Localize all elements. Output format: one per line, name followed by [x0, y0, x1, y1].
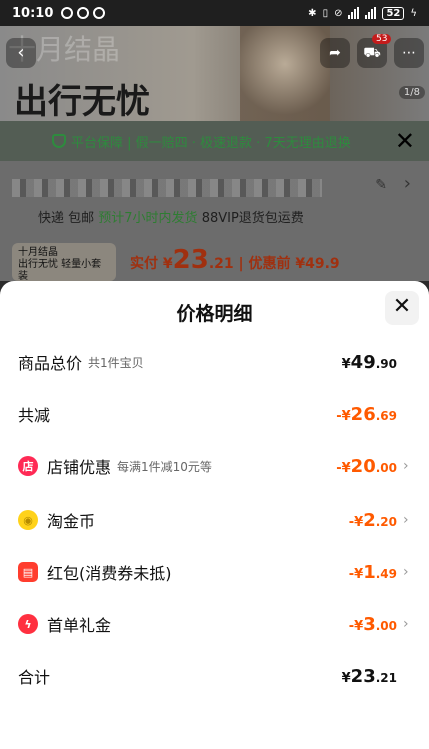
row-grand-total: 合计 ¥23.21 [0, 661, 429, 691]
lightning-icon: ϟ [18, 614, 38, 634]
battery-icon: 52 [382, 6, 405, 20]
amount-dec: .21 [375, 670, 397, 685]
row-red-packet[interactable]: ▤ 红包(消费券未抵) -¥ 1.49 › [0, 557, 429, 587]
product-image [240, 26, 330, 121]
vibrate-icon: ▯ [322, 7, 329, 19]
row-label: 商品总价 [18, 354, 83, 373]
row-amount: ¥23.21 [342, 666, 397, 687]
price-currency: ¥ [162, 256, 173, 272]
blurred-address [12, 179, 322, 197]
status-icons [61, 7, 106, 19]
delivery-info: 快递 包邮 预计7小时内发货 88VIP退货包运费 [38, 207, 304, 226]
eye-icon [77, 7, 90, 19]
status-bar: 10:10 ✱ ▯ ⊘ 52 ϟ [0, 0, 429, 26]
amount-dec: .90 [375, 356, 397, 371]
address-section: ✎ › 快递 包邮 预计7小时内发货 88VIP退货包运费 十月结晶 出行无忧 … [0, 161, 429, 282]
hero-title: 出行无忧 [14, 82, 150, 122]
cart-badge: 53 [372, 34, 392, 44]
amount-int: 26 [350, 403, 376, 425]
alarm-icon [93, 7, 106, 19]
amount-int: 3 [363, 613, 376, 635]
item-thumb-name: 出行无忧 轻量小套装 [18, 259, 102, 282]
paid-price: 实付 ¥23.21 | 优惠前 ¥49.9 [130, 245, 340, 275]
pre-discount-price: | 优惠前 ¥49.9 [238, 256, 340, 272]
row-amount: -¥ 26.69 [336, 404, 397, 425]
row-amount: -¥ 3.00 [349, 614, 397, 635]
item-thumb-brand: 十月结晶 [18, 247, 58, 258]
sheet-title: 价格明细 [176, 303, 253, 325]
amount-currency: ¥ [341, 356, 351, 372]
coin-icon: ◉ [18, 510, 38, 530]
amount-dec: .69 [375, 408, 397, 423]
row-amount: -¥ 1.49 [349, 562, 397, 583]
shop-icon: 店 [18, 456, 38, 476]
amount-currency: -¥ [348, 514, 364, 530]
chevron-right-icon: › [403, 616, 409, 632]
share-button[interactable]: ➦ [320, 38, 350, 68]
price-dec: .21 [208, 256, 234, 272]
close-banner-icon[interactable]: ✕ [395, 127, 415, 155]
amount-dec: .00 [375, 460, 397, 475]
edit-icon[interactable]: ✎ [375, 177, 387, 193]
delivery-type: 快递 包邮 [38, 211, 95, 226]
price-detail-sheet: 价格明细 ✕ 商品总价 共1件宝贝 ¥49.90 共减 -¥ 26.69 店 店铺… [0, 281, 429, 749]
row-shop-discount[interactable]: 店 店铺优惠 每满1件减10元等 -¥ 20.00 › [0, 451, 429, 481]
amount-dec: .20 [375, 514, 397, 529]
guarantee-text: 平台保障 | 假一赔四 · 极速退款 · 7天无理由退换 [71, 135, 351, 151]
mute-icon: ⊘ [334, 7, 343, 19]
product-hero: 十月结晶 ‹ ➦ ⛟ 53 ⋯ 出行无忧 1/8 [0, 26, 429, 122]
red-packet-icon: ▤ [18, 562, 38, 582]
status-right: ✱ ▯ ⊘ 52 ϟ [308, 6, 417, 20]
amount-dec: .00 [375, 618, 397, 633]
row-label: 首单礼金 [47, 616, 112, 635]
row-label: 店铺优惠 [47, 458, 112, 477]
delivery-eta: 预计7小时内发货 [98, 211, 198, 226]
row-label: 淘金币 [47, 512, 96, 531]
row-label: 合计 [18, 668, 51, 687]
row-amount: ¥49.90 [342, 352, 397, 373]
guarantee-banner: 平台保障 | 假一赔四 · 极速退款 · 7天无理由退换 ✕ [0, 121, 429, 161]
amount-dec: .49 [375, 566, 397, 581]
row-amount: -¥ 2.20 [349, 510, 397, 531]
signal-icon [348, 7, 360, 19]
row-first-order-gift[interactable]: ϟ 首单礼金 -¥ 3.00 › [0, 609, 429, 639]
amount-int: 1 [363, 561, 376, 583]
amount-int: 49 [350, 351, 376, 373]
amount-currency: -¥ [348, 618, 364, 634]
image-page-counter: 1/8 [398, 86, 425, 99]
row-label: 红包(消费券未抵) [47, 564, 172, 583]
amount-currency: -¥ [336, 460, 351, 476]
row-sub: 共1件宝贝 [88, 355, 144, 370]
amount-currency: -¥ [348, 566, 364, 582]
amount-int: 2 [363, 509, 376, 531]
row-total-goods: 商品总价 共1件宝贝 ¥49.90 [0, 347, 429, 377]
amount-int: 23 [350, 665, 376, 687]
close-icon: ✕ [392, 294, 412, 319]
price-label: 实付 [130, 256, 158, 272]
chevron-right-icon: › [403, 512, 409, 528]
amount-currency: -¥ [336, 408, 351, 424]
chevron-right-icon: › [403, 564, 409, 580]
row-taojinbi[interactable]: ◉ 淘金币 -¥ 2.20 › [0, 505, 429, 535]
row-label: 共减 [18, 406, 51, 425]
amount-currency: ¥ [341, 670, 351, 686]
row-total-discount: 共减 -¥ 26.69 [0, 399, 429, 429]
item-thumbnail: 十月结晶 出行无忧 轻量小套装 [12, 243, 116, 282]
bluetooth-icon: ✱ [308, 7, 317, 19]
amount-int: 20 [350, 455, 376, 477]
return-shipping: 88VIP退货包运费 [201, 211, 304, 226]
status-time: 10:10 [12, 5, 54, 21]
signal-2-icon [365, 7, 377, 19]
shield-icon [52, 134, 66, 148]
back-button[interactable]: ‹ [6, 38, 36, 68]
close-sheet-button[interactable]: ✕ [385, 291, 419, 325]
row-amount: -¥ 20.00 [336, 456, 397, 477]
app-notification-icon [61, 7, 74, 19]
chevron-right-icon[interactable]: › [404, 173, 411, 194]
charging-icon: ϟ [410, 7, 417, 19]
chevron-right-icon: › [403, 458, 409, 474]
price-int: 23 [172, 245, 209, 275]
more-button[interactable]: ⋯ [394, 38, 424, 68]
row-sub: 每满1件减10元等 [117, 459, 212, 474]
